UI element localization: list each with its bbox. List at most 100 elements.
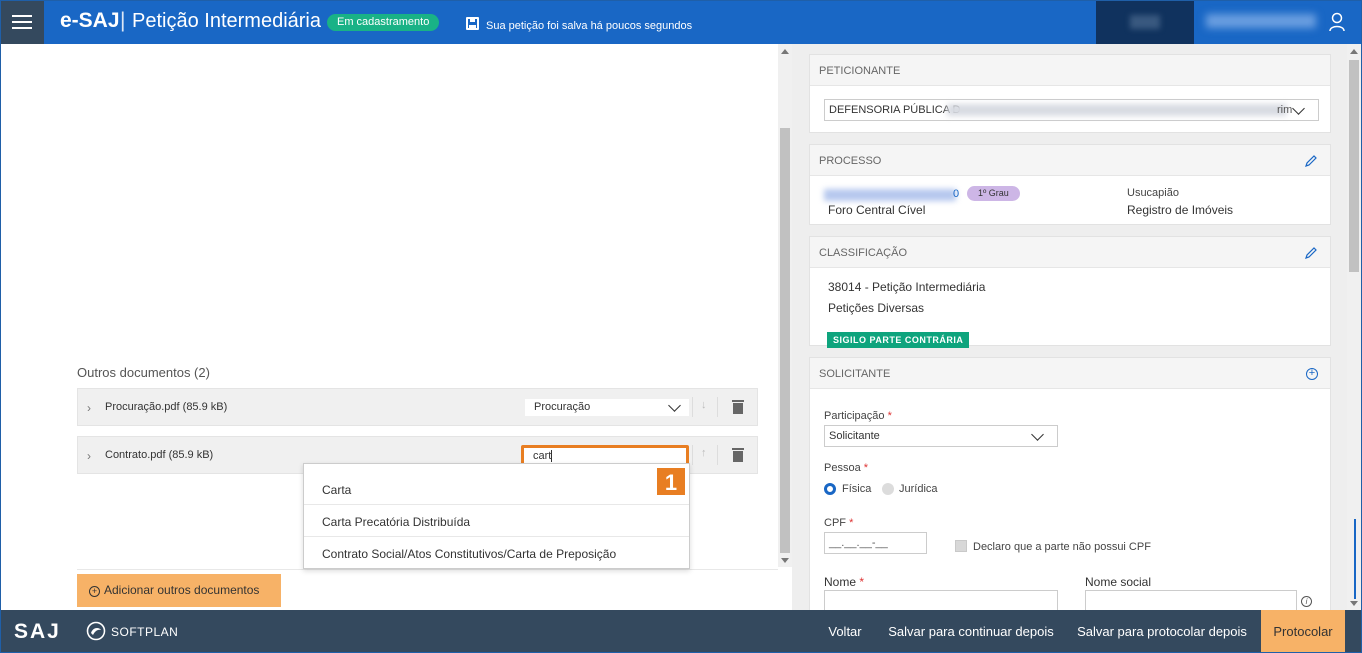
user-icon[interactable] [1329, 12, 1345, 32]
assunto-text: Registro de Imóveis [1127, 203, 1234, 217]
scroll-down-icon[interactable] [1350, 601, 1358, 606]
protocolar-button[interactable]: Protocolar [1261, 610, 1345, 653]
other-documents-title: Outros documentos (2) [77, 365, 210, 380]
required-mark: * [887, 410, 892, 422]
softplan-logo-icon [86, 621, 106, 641]
footer-bar: SAJ SOFTPLAN Voltar Salvar para continua… [0, 610, 1362, 653]
peticionante-select[interactable]: DEFENSORIA PÚBLICA D rim [824, 99, 1319, 121]
no-cpf-checkbox[interactable] [955, 540, 967, 552]
scrollbar-thumb[interactable] [780, 128, 790, 553]
grau-badge: 1º Grau [967, 186, 1020, 201]
solicitante-header: SOLICITANTE + [810, 358, 1330, 389]
required-mark: * [859, 575, 865, 589]
solicitante-header-label: SOLICITANTE [819, 368, 891, 380]
document-type-value: Procuração [534, 401, 591, 413]
save-file-later-button[interactable]: Salvar para protocolar depois [1068, 610, 1256, 653]
chevron-down-icon [668, 399, 681, 412]
arrow-down-icon[interactable]: ↓ [701, 399, 707, 411]
classificacao-code: 38014 - Petição Intermediária [828, 280, 986, 294]
back-button[interactable]: Voltar [816, 610, 874, 653]
nome-social-label: Nome social [1085, 575, 1152, 589]
trash-icon[interactable] [732, 448, 744, 462]
chevron-right-icon[interactable]: › [87, 449, 91, 463]
brand-logo: e-SAJ [60, 9, 120, 32]
nome-label-text: Nome [824, 575, 857, 589]
add-documents-label: Adicionar outros documentos [104, 583, 260, 597]
participacao-label: Participação * [824, 410, 892, 422]
divider [77, 569, 778, 570]
solicitante-card: SOLICITANTE + Participação * Solicitante… [809, 357, 1331, 617]
process-number-suffix[interactable]: 0 [953, 188, 959, 200]
chevron-right-icon[interactable]: › [87, 401, 91, 415]
classificacao-header-label: CLASSIFICAÇÃO [819, 247, 908, 259]
classificacao-card: CLASSIFICAÇÃO 38014 - Petição Intermediá… [809, 236, 1331, 348]
scrollbar-thumb[interactable] [1349, 60, 1359, 272]
dropdown-option-carta[interactable]: Carta [304, 473, 689, 505]
participacao-label-text: Participação [824, 410, 885, 422]
pessoa-label: Pessoa * [824, 462, 868, 474]
peticionante-value-tail: rim [1277, 104, 1293, 116]
classificacao-header: CLASSIFICAÇÃO [810, 237, 1330, 268]
radio-fisica-label: Física [842, 483, 872, 495]
chevron-down-icon [1292, 102, 1305, 115]
peticionante-value: DEFENSORIA PÚBLICA D [829, 104, 961, 116]
no-cpf-label: Declaro que a parte não possui CPF [973, 541, 1151, 553]
sigilo-badge: SIGILO PARTE CONTRÁRIA [827, 332, 970, 348]
classificacao-category: Petições Diversas [828, 301, 925, 315]
radio-juridica[interactable] [882, 483, 894, 495]
saj-logo: SAJ [14, 620, 61, 643]
save-status-text: Sua petição foi salva há poucos segundos [486, 20, 693, 32]
nome-social-input[interactable] [1085, 590, 1297, 612]
nome-label: Nome * [824, 575, 864, 589]
cpf-label: CPF * [824, 517, 853, 529]
scroll-up-icon[interactable] [1350, 49, 1358, 54]
status-badge: Em cadastramento [327, 14, 440, 31]
participacao-select[interactable]: Solicitante [824, 425, 1058, 447]
arrow-up-icon[interactable]: ↑ [701, 447, 707, 459]
menu-icon[interactable] [0, 0, 44, 44]
blurred-text [947, 104, 1287, 116]
details-pane: PETICIONANTE DEFENSORIA PÚBLICA D rim PR… [792, 44, 1347, 617]
plus-circle-icon[interactable]: + [1306, 368, 1318, 380]
pencil-icon[interactable] [1304, 246, 1318, 260]
scroll-down-icon[interactable] [781, 558, 789, 563]
divider [717, 397, 718, 417]
page-title: Petição Intermediária [132, 10, 321, 32]
blurred-process-number [824, 189, 956, 201]
document-row-procuracao[interactable]: › Procuração.pdf (85.9 kB) Procuração ↓ [77, 388, 758, 426]
classe-text: Usucapião [1127, 187, 1179, 199]
scroll-up-icon[interactable] [781, 49, 789, 54]
cpf-input[interactable]: __.__.__-__ [824, 532, 927, 554]
scroll-position-indicator [1354, 519, 1356, 599]
document-filename: Contrato.pdf (85.9 kB) [105, 449, 214, 461]
dropdown-option-carta-precatoria[interactable]: Carta Precatória Distribuída [304, 505, 689, 537]
search-input-value: cart [533, 450, 552, 462]
processo-card: PROCESSO 0 1º Grau Foro Central Cível Us… [809, 144, 1331, 225]
required-mark: * [849, 517, 854, 529]
blurred-user-info [1096, 0, 1194, 44]
documents-scrollbar[interactable] [778, 44, 792, 567]
cpf-label-text: CPF [824, 517, 846, 529]
add-documents-button[interactable]: + Adicionar outros documentos [77, 574, 281, 607]
radio-fisica[interactable] [824, 483, 836, 495]
top-bar: e-SAJ | Petição Intermediária Em cadastr… [0, 0, 1362, 44]
document-type-select[interactable]: Procuração [524, 398, 690, 417]
softplan-logo-text: SOFTPLAN [111, 625, 179, 639]
info-icon[interactable]: i [1301, 596, 1312, 607]
page-scrollbar[interactable] [1347, 44, 1361, 610]
divider [692, 397, 693, 417]
pencil-icon[interactable] [1304, 154, 1318, 168]
step-marker: 1 [656, 467, 686, 496]
blurred-user-name [1206, 14, 1316, 28]
dropdown-option-contrato-social[interactable]: Contrato Social/Atos Constitutivos/Carta… [304, 537, 689, 569]
trash-icon[interactable] [732, 400, 744, 414]
foro-text: Foro Central Cível [828, 203, 926, 217]
save-continue-later-button[interactable]: Salvar para continuar depois [884, 610, 1058, 653]
peticionante-header: PETICIONANTE [810, 55, 1330, 86]
processo-header-label: PROCESSO [819, 155, 882, 167]
peticionante-card: PETICIONANTE DEFENSORIA PÚBLICA D rim [809, 54, 1331, 133]
title-separator: | [120, 9, 126, 32]
document-type-dropdown: Carta Carta Precatória Distribuída Contr… [303, 463, 690, 569]
nome-input[interactable] [824, 590, 1058, 612]
pessoa-label-text: Pessoa [824, 462, 861, 474]
